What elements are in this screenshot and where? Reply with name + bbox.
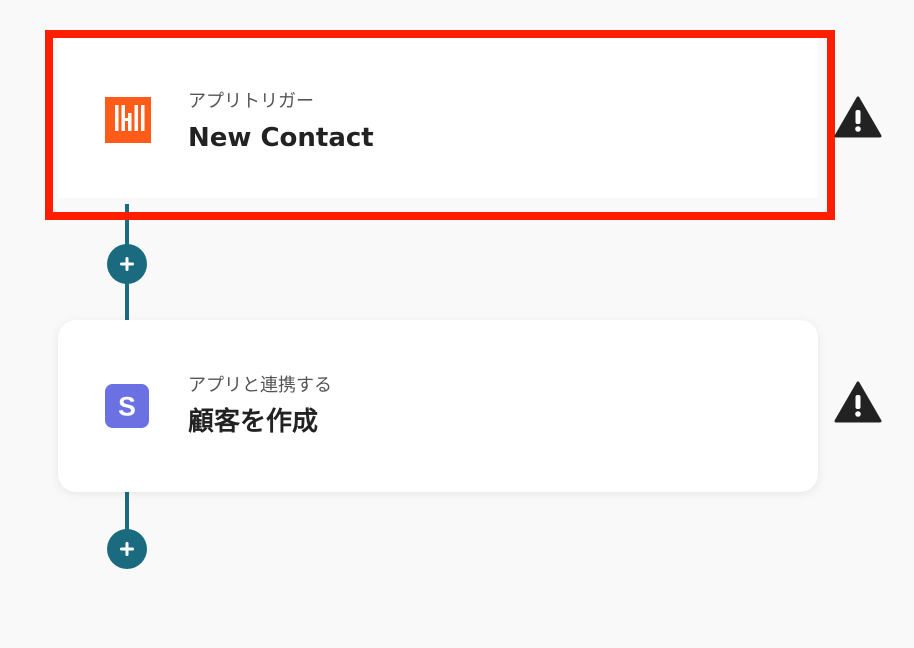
flow-step-card-action[interactable]: S アプリと連携する 顧客を作成 xyxy=(58,320,818,492)
add-step-button[interactable] xyxy=(107,529,147,569)
warning-triangle-icon[interactable] xyxy=(834,96,882,138)
step-title: 顧客を作成 xyxy=(188,407,319,437)
plus-icon xyxy=(120,257,134,271)
svg-text:S: S xyxy=(118,392,136,422)
add-step-button[interactable] xyxy=(107,244,147,284)
plus-icon xyxy=(120,542,134,556)
hubspot-style-orange-logo-icon xyxy=(105,97,151,143)
step-title: New Contact xyxy=(188,123,374,153)
stripe-s-logo-icon: S xyxy=(105,384,149,428)
flow-connector-line xyxy=(125,490,129,530)
warning-triangle-icon[interactable] xyxy=(834,381,882,423)
flow-step-card-trigger[interactable]: アプリトリガー New Contact xyxy=(58,38,818,198)
step-type-label: アプリと連携する xyxy=(188,375,332,396)
step-type-label: アプリトリガー xyxy=(188,91,314,112)
